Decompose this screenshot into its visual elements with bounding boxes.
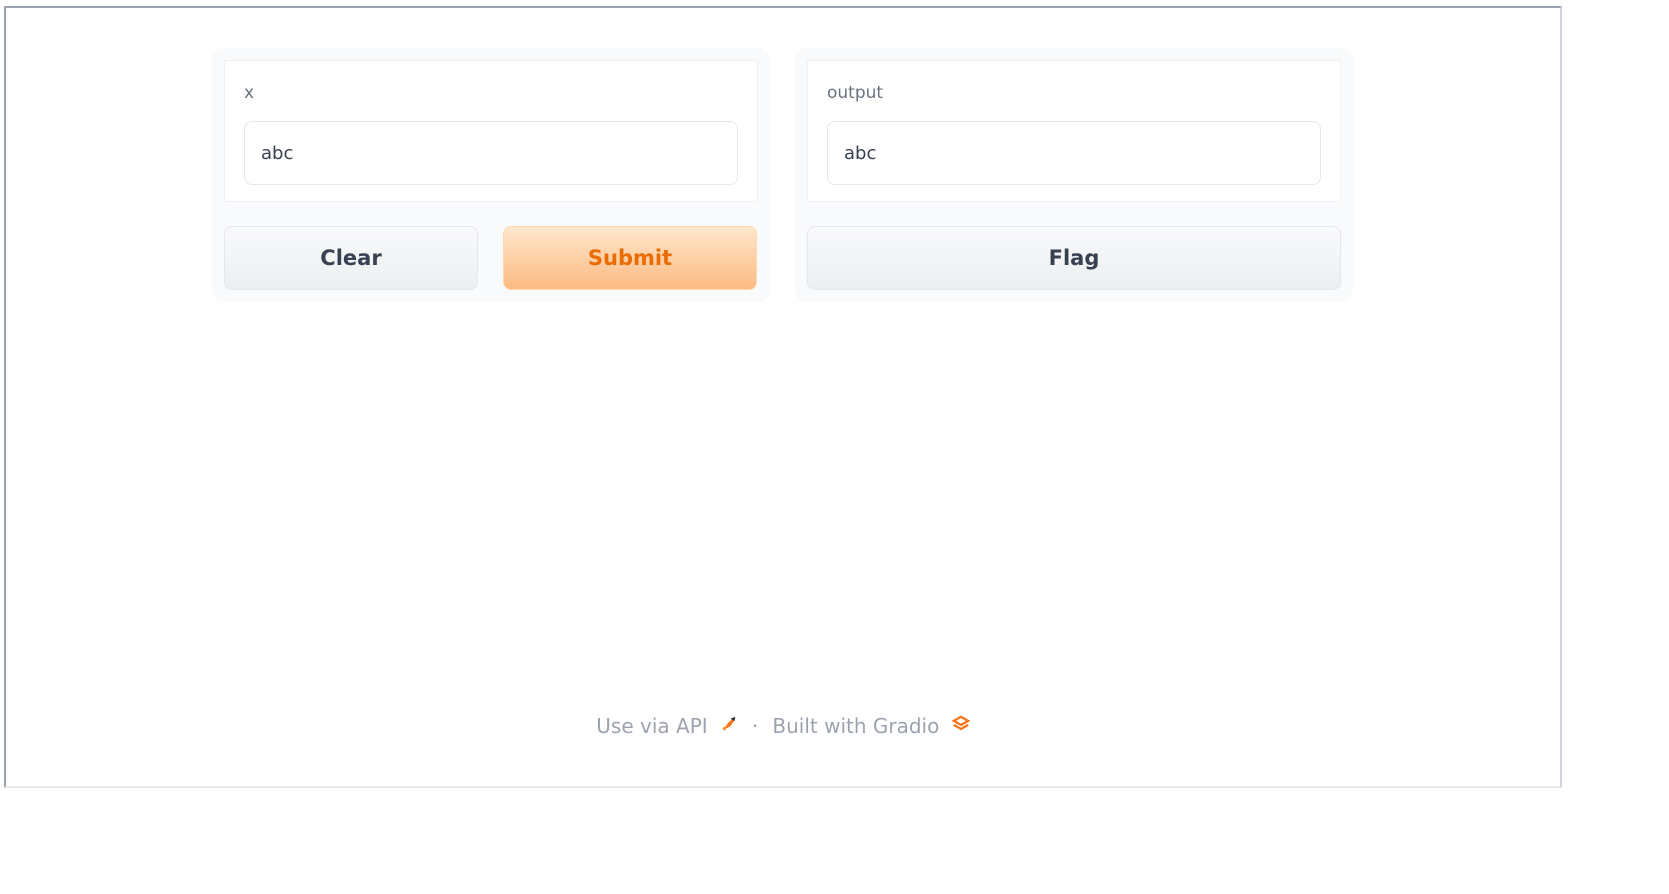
submit-button[interactable]: Submit (503, 226, 757, 290)
output-textbox[interactable] (827, 121, 1321, 185)
output-textbox-block: output (807, 60, 1341, 202)
input-textbox-block: x (224, 60, 758, 202)
clear-button[interactable]: Clear (224, 226, 478, 290)
rocket-icon (722, 716, 736, 731)
use-via-api-link[interactable]: Use via API (596, 714, 738, 738)
output-label: output (827, 83, 884, 103)
gradio-logo-icon (951, 715, 970, 731)
footer-separator: · (752, 714, 759, 738)
app-window: x Clear Submit output Flag Use via API ·… (4, 6, 1562, 788)
input-panel: x Clear Submit (212, 48, 770, 302)
input-textbox[interactable] (244, 121, 738, 185)
built-with-gradio-link[interactable]: Built with Gradio (772, 714, 970, 738)
flag-button[interactable]: Flag (807, 226, 1341, 290)
output-panel: output Flag (795, 48, 1353, 302)
use-via-api-label: Use via API (596, 714, 708, 738)
footer: Use via API · Built with Gradio (6, 714, 1560, 738)
built-with-gradio-label: Built with Gradio (772, 714, 940, 738)
input-label: x (244, 83, 255, 103)
